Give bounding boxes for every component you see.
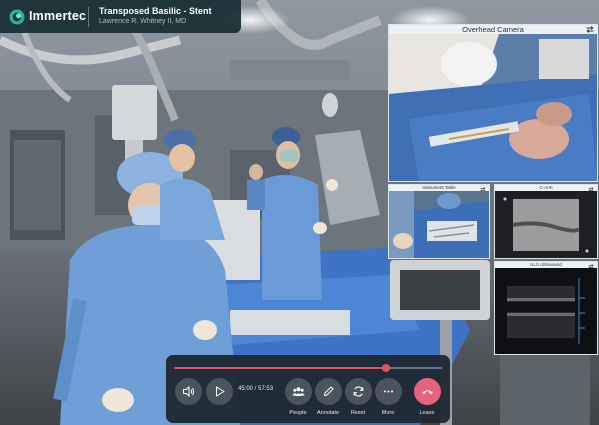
play-button[interactable]	[206, 378, 233, 405]
swap-view-icon[interactable]	[586, 26, 594, 33]
progress-fill	[174, 367, 386, 369]
refresh-icon	[353, 386, 364, 397]
panel-title-bar: Overhead Camera	[389, 25, 597, 34]
instrument-table-panel[interactable]: Instrument Table	[388, 184, 490, 259]
speaker-icon	[183, 385, 195, 398]
volume-button[interactable]	[175, 378, 202, 405]
session-header: Immertec Transposed Basilic - Stent Lawr…	[0, 0, 241, 33]
instrument-table-video	[389, 191, 489, 258]
ultrasound-panel[interactable]: ULS Ultrasound	[494, 261, 598, 355]
people-button[interactable]	[285, 378, 312, 405]
header-divider	[88, 7, 89, 27]
more-button[interactable]	[375, 378, 402, 405]
progress-knob[interactable]	[381, 364, 390, 372]
play-icon	[216, 386, 225, 397]
leave-label: Leave	[419, 410, 435, 416]
progress-bar[interactable]	[174, 364, 442, 372]
reset-button[interactable]	[345, 378, 372, 405]
people-icon	[292, 387, 305, 396]
brand-name: Immertec	[29, 9, 87, 23]
time-display: 45:00 / 57:53	[238, 386, 274, 392]
leave-button[interactable]	[414, 378, 441, 405]
hang-up-icon	[422, 390, 433, 395]
annotate-button[interactable]	[315, 378, 342, 405]
more-label: More	[381, 410, 395, 416]
overhead-camera-video	[389, 34, 597, 181]
procedure-title: Transposed Basilic - Stent	[99, 6, 212, 16]
pencil-icon	[324, 386, 334, 396]
ultrasound-video	[495, 268, 597, 354]
c-arm-panel[interactable]: C-Arm	[494, 184, 598, 259]
panel-title: Overhead Camera	[462, 25, 524, 34]
more-dots-icon	[384, 390, 393, 393]
overhead-camera-panel[interactable]: Overhead Camera	[388, 24, 598, 182]
c-arm-video	[495, 191, 597, 258]
surgeon-name: Lawrence R. Whitney II, MD	[99, 18, 187, 25]
immertec-logo-icon	[9, 9, 25, 25]
